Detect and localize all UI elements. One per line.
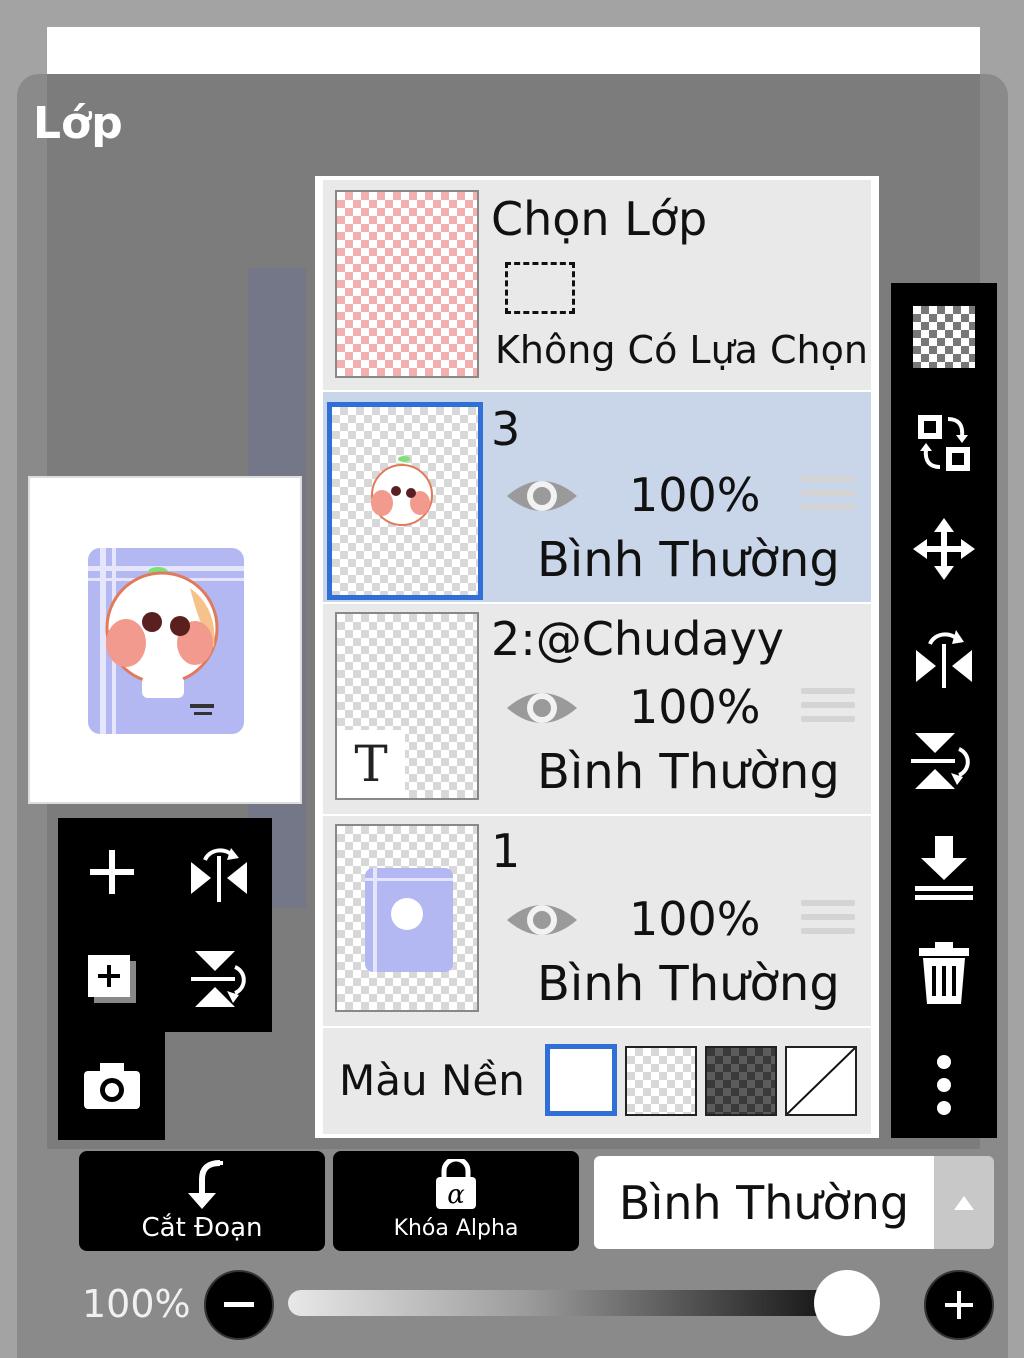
move-icon (913, 518, 975, 580)
canvas-preview-image (88, 548, 244, 734)
camera-icon (83, 1062, 140, 1109)
alpha-lock-button[interactable]: α Khóa Alpha (333, 1151, 579, 1251)
right-toolbox (891, 283, 997, 1138)
flip-horizontal-button[interactable] (165, 818, 272, 925)
more-vertical-icon (937, 1055, 951, 1115)
layer-row[interactable]: 3 100% Bình Thường (323, 392, 871, 602)
minus-icon (224, 1302, 254, 1307)
bg-white-swatch[interactable] (545, 1044, 617, 1116)
panel-title: Lớp (33, 98, 123, 149)
flip-horizontal-button[interactable] (891, 605, 997, 705)
left-toolbox (58, 818, 272, 1032)
text-layer-badge: T (337, 730, 405, 798)
clip-button[interactable]: Cắt Đoạn (79, 1151, 325, 1251)
bg-none-swatch[interactable] (785, 1046, 857, 1116)
drag-handle-icon[interactable] (801, 688, 855, 732)
svg-text:α: α (447, 1180, 465, 1210)
transparent-layer-icon (913, 306, 975, 368)
layer-thumbnail-image (365, 868, 453, 972)
blend-mode-dropdown[interactable] (934, 1156, 994, 1249)
layer-name: 1 (491, 824, 521, 878)
drag-handle-icon[interactable] (801, 900, 855, 944)
layer-opacity: 100% (629, 468, 761, 522)
layer-row[interactable]: 1 100% Bình Thường (323, 816, 871, 1026)
swap-layers-button[interactable] (891, 393, 997, 493)
caret-up-icon (954, 1195, 974, 1210)
flip-vertical-icon (190, 950, 246, 1007)
opacity-slider[interactable] (288, 1290, 880, 1316)
alpha-lock-label: Khóa Alpha (393, 1216, 519, 1241)
layer-blend-mode: Bình Thường (537, 744, 840, 800)
layer-name: 2:@Chudayy (491, 612, 785, 666)
delete-layer-button[interactable] (891, 923, 997, 1023)
opacity-decrease-button[interactable] (204, 1270, 274, 1340)
clip-arrow-icon (188, 1160, 223, 1209)
background-label: Màu Nền (339, 1056, 525, 1105)
layer-thumbnail (327, 402, 483, 600)
flip-vertical-button[interactable] (891, 711, 997, 811)
clip-label: Cắt Đoạn (141, 1213, 263, 1243)
layer-opacity: 100% (629, 892, 761, 946)
merge-down-button[interactable] (891, 817, 997, 917)
layer-list: Chọn Lớp Không Có Lựa Chọn 3 100% Bình T… (315, 176, 879, 1138)
opacity-increase-button[interactable] (924, 1270, 994, 1340)
layer-thumbnail (335, 824, 479, 1012)
flip-vertical-icon (911, 733, 970, 789)
opacity-label: 100% (82, 1282, 191, 1326)
add-layer-button[interactable] (58, 818, 165, 925)
eye-icon[interactable] (505, 684, 579, 732)
bg-transparent-swatch[interactable] (625, 1046, 697, 1116)
background-row: Màu Nền (323, 1028, 871, 1134)
eye-icon[interactable] (505, 472, 579, 520)
camera-button[interactable] (58, 1032, 165, 1139)
eye-icon[interactable] (505, 896, 579, 944)
selection-marquee-icon (505, 262, 575, 314)
flip-horizontal-icon (190, 847, 247, 902)
no-background-icon (786, 1047, 856, 1115)
canvas-preview[interactable] (28, 476, 302, 804)
selection-thumbnail (335, 190, 479, 378)
layer-row[interactable]: T 2:@Chudayy 100% Bình Thường (323, 604, 871, 814)
layer-blend-mode: Bình Thường (537, 956, 840, 1012)
layer-name: 3 (491, 402, 521, 456)
selection-row[interactable]: Chọn Lớp Không Có Lựa Chọn (323, 180, 871, 390)
more-options-button[interactable] (891, 1035, 997, 1135)
flip-horizontal-icon (916, 630, 972, 688)
layer-opacity: 100% (629, 680, 761, 734)
drag-handle-icon[interactable] (801, 476, 855, 520)
trash-icon (919, 942, 969, 1004)
add-layer-icon (89, 849, 134, 894)
add-copy-layer-icon (87, 954, 136, 1003)
flip-vertical-button[interactable] (165, 925, 272, 1032)
selection-title: Chọn Lớp (491, 192, 708, 246)
merge-down-icon (915, 836, 973, 900)
layer-blend-mode: Bình Thường (537, 532, 840, 588)
layer-thumbnail-image (371, 456, 433, 526)
layer-thumbnail: T (335, 612, 479, 800)
lock-alpha-icon: α (436, 1159, 476, 1210)
swap-layers-icon (918, 415, 970, 471)
left-toolbox-bottom (58, 1032, 165, 1140)
selection-status: Không Có Lựa Chọn (495, 328, 868, 372)
transparent-layer-button[interactable] (891, 287, 997, 387)
bg-dark-swatch[interactable] (705, 1046, 777, 1116)
opacity-slider-knob[interactable] (814, 1270, 880, 1336)
top-strip (47, 27, 980, 77)
add-copy-layer-button[interactable] (58, 925, 165, 1032)
move-button[interactable] (891, 499, 997, 599)
plus-icon (945, 1291, 973, 1319)
blend-mode-select[interactable]: Bình Thường (594, 1156, 934, 1249)
